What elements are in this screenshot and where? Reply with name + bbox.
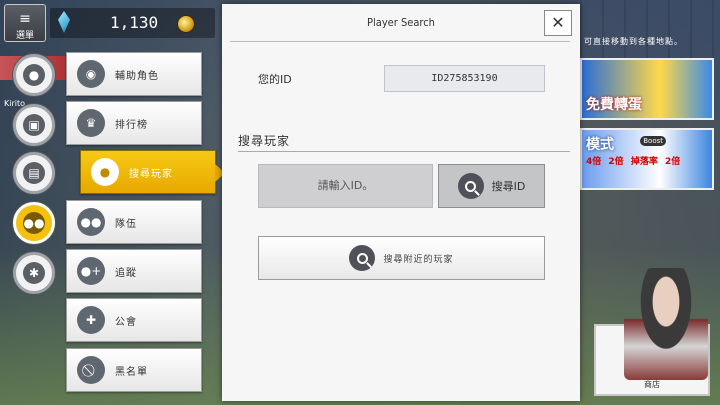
friends-button[interactable]: ●● [13,202,55,244]
submenu-label: 追蹤 [115,267,137,279]
submenu-label: 搜尋玩家 [129,168,173,180]
submenu-follow[interactable]: ●+ 追蹤 [66,249,202,293]
player-search-dialog: Player Search ✕ 您的ID ID275853190 搜尋玩家 請輸… [222,4,580,401]
search-nearby-label: 搜尋附近的玩家 [383,254,454,265]
bag-icon: ▣ [23,114,45,136]
gacha-banner[interactable]: 免費轉蛋 [580,58,714,120]
teleport-hint: 可直接移動到各種地點。 [584,37,683,46]
coin-icon[interactable] [177,15,195,33]
submenu-support-character[interactable]: ◉ 輔助角色 [66,52,202,96]
boost-tag: Boost [640,136,666,146]
mode-label: 模式 [586,137,614,153]
person-search-icon: ● [91,158,119,186]
bag-button[interactable]: ▣ [13,104,55,146]
npc-character [624,268,708,380]
gacha-label: 免費轉蛋 [586,97,642,113]
hamburger-icon: ≡ [19,11,31,27]
notes-icon: ▤ [23,162,45,184]
friends-icon: ●● [23,212,45,234]
profile-button[interactable]: ● [13,54,55,96]
your-id-label: 您的ID [258,73,292,86]
rate-item: 2倍 [608,157,624,167]
submenu-label: 排行榜 [115,119,148,131]
submenu-player-search[interactable]: ● 搜尋玩家 [80,150,225,194]
submenu-party[interactable]: ●● 隊伍 [66,200,202,244]
divider [230,41,570,42]
submenu-label: 黑名單 [115,366,148,378]
search-id-label: 搜尋ID [491,180,526,193]
rate-item: 掉落率 [630,157,658,167]
rate-item: 4倍 [586,157,602,167]
currency-amount: 1,130 [110,13,159,32]
settings-button[interactable]: ✱ [13,252,55,294]
profile-icon: ● [23,64,45,86]
event-mode-banner[interactable]: 模式 Boost 4倍 2倍 掉落率 2倍 [580,128,714,190]
search-icon [457,173,484,199]
guild-icon: ✚ [77,306,105,334]
eye-icon: ◉ [77,60,105,88]
menu-label: 選單 [15,31,34,41]
main-menu-button[interactable]: ≡ 選單 [4,4,46,42]
submenu-label: 隊伍 [115,218,137,230]
shop-label: 商店 [644,380,660,389]
search-icon [349,245,376,271]
search-id-button[interactable]: 搜尋ID [438,164,545,208]
submenu-blacklist[interactable]: ⃠ 黑名單 [66,348,202,392]
rate-list: 4倍 2倍 掉落率 2倍 [586,154,712,167]
search-nearby-button[interactable]: 搜尋附近的玩家 [258,236,545,280]
block-icon: ⃠ [77,356,105,384]
follow-icon: ●+ [77,257,105,285]
submenu-guild[interactable]: ✚ 公會 [66,298,202,342]
player-id-input[interactable]: 請輸入ID。 [258,164,433,208]
party-icon: ●● [77,208,105,236]
submenu-label: 輔助角色 [115,70,159,82]
crown-icon: ♛ [77,109,105,137]
notes-button[interactable]: ▤ [13,152,55,194]
search-section-label: 搜尋玩家 [238,134,291,148]
gear-icon: ✱ [23,262,45,284]
close-icon: ✕ [551,13,565,32]
close-button[interactable]: ✕ [544,10,572,36]
dialog-title: Player Search [367,16,435,29]
divider [238,151,570,152]
your-id-value: ID275853190 [384,65,545,92]
rate-item: 2倍 [664,157,681,167]
submenu-leaderboard[interactable]: ♛ 排行榜 [66,101,202,145]
submenu-label: 公會 [115,316,137,328]
